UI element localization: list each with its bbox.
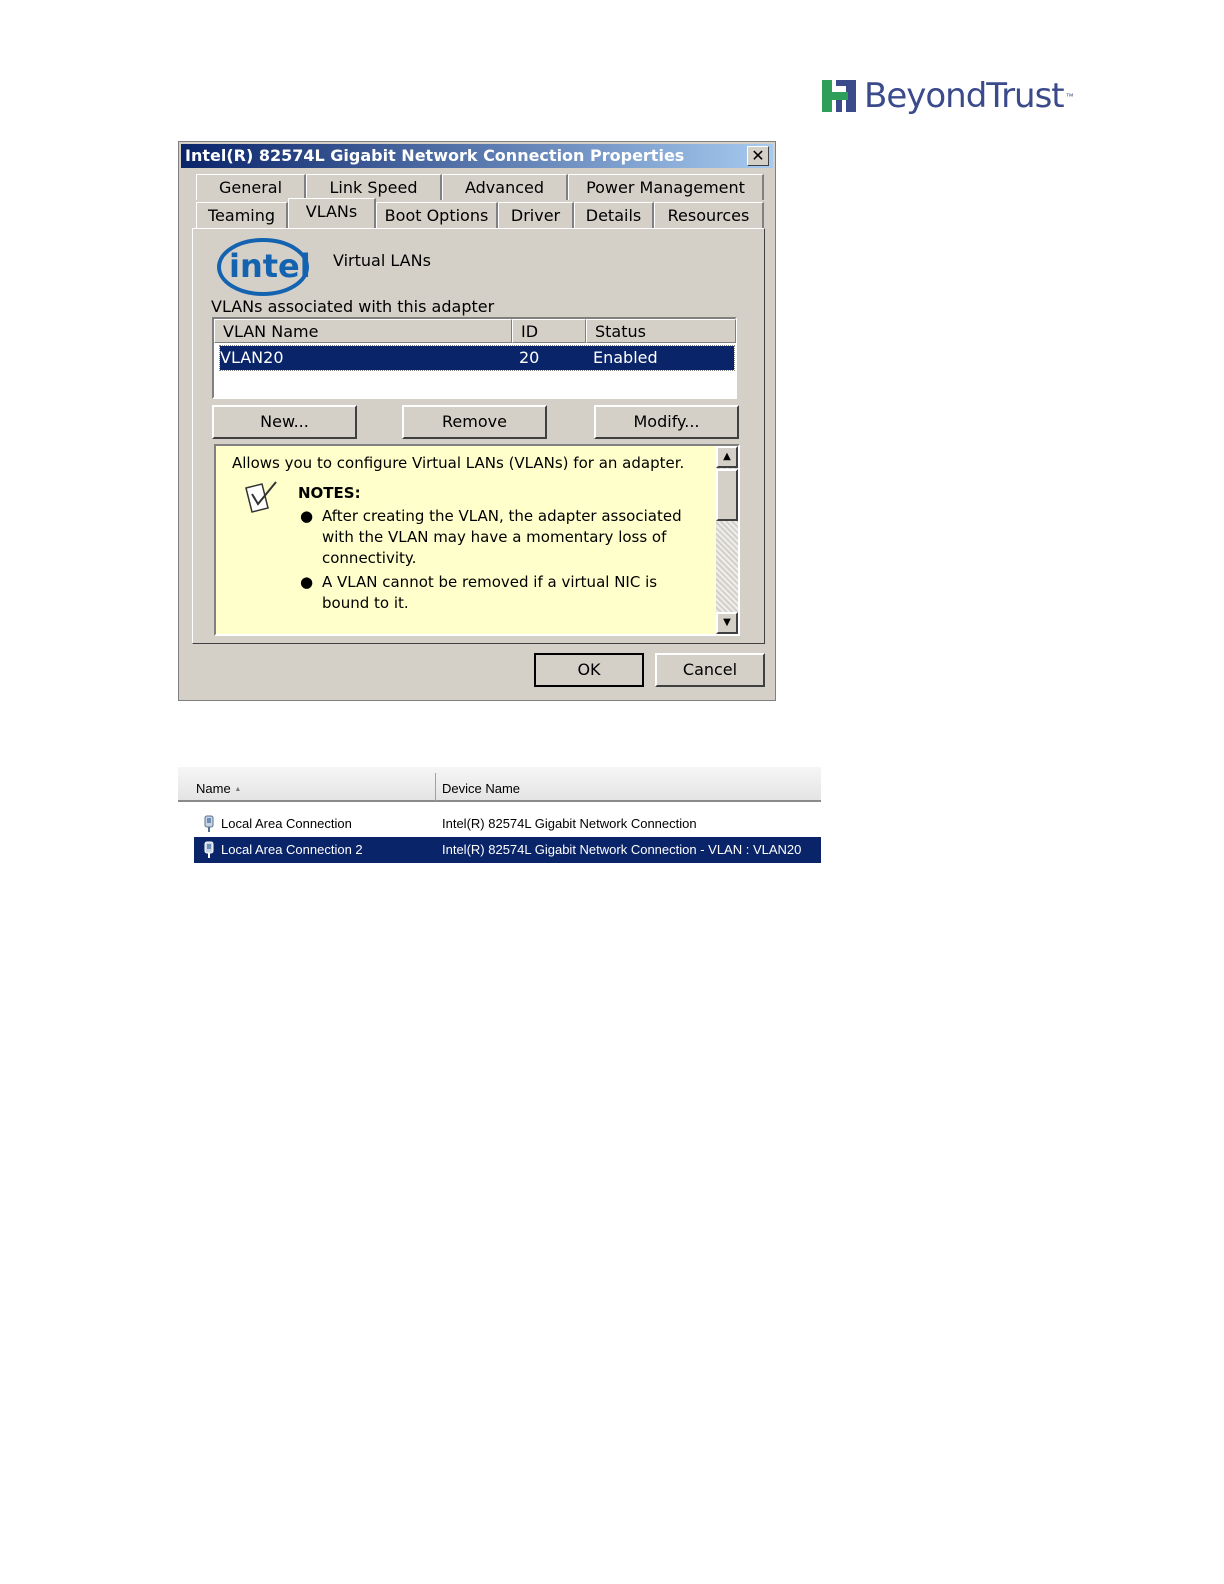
help-scrollbar[interactable]: ▲ ▼ [716, 446, 738, 634]
scroll-up-button[interactable]: ▲ [716, 446, 738, 468]
column-separator[interactable] [435, 773, 436, 801]
vlan-row[interactable]: VLAN20 20 Enabled [219, 345, 735, 371]
tab-vlans[interactable]: VLANs [288, 198, 376, 228]
brand-tm: ™ [1065, 91, 1074, 101]
connection-row[interactable]: Local Area Connection Intel(R) 82574L Gi… [194, 811, 821, 837]
column-device-name[interactable]: Device Name [442, 781, 520, 796]
column-status[interactable]: Status [586, 319, 736, 343]
help-intro: Allows you to configure Virtual LANs (VL… [232, 454, 685, 472]
beyondtrust-logo: BeyondTrust ™ [822, 76, 1074, 116]
intel-logo-icon: intel [217, 238, 311, 296]
properties-dialog: Intel(R) 82574L Gigabit Network Connecti… [178, 141, 776, 701]
intel-logo-text: intel [229, 247, 311, 285]
connection-device: Intel(R) 82574L Gigabit Network Connecti… [442, 842, 802, 857]
network-adapter-icon [204, 815, 214, 832]
vlan-row-name: VLAN20 [220, 348, 284, 367]
vlan-list-label: VLANs associated with this adapter [211, 297, 495, 316]
vlan-row-status: Enabled [593, 348, 658, 367]
connection-name: Local Area Connection [221, 816, 352, 831]
dialog-titlebar: Intel(R) 82574L Gigabit Network Connecti… [181, 144, 773, 168]
explorer-header: Name ▲ Device Name [178, 767, 821, 802]
tab-boot-options[interactable]: Boot Options [376, 202, 498, 228]
vlan-heading: Virtual LANs [333, 251, 431, 270]
ok-button[interactable]: OK [534, 653, 644, 687]
beyondtrust-mark-icon [822, 80, 856, 112]
connection-device: Intel(R) 82574L Gigabit Network Connecti… [442, 816, 697, 831]
note-item: ● After creating the VLAN, the adapter as… [298, 506, 698, 569]
tab-power-management[interactable]: Power Management [568, 174, 764, 200]
connection-row-selected[interactable]: Local Area Connection 2 Intel(R) 82574L … [194, 837, 821, 863]
scroll-down-button[interactable]: ▼ [716, 612, 738, 634]
tab-link-speed[interactable]: Link Speed [306, 174, 442, 200]
column-name[interactable]: Name ▲ [196, 781, 241, 796]
close-icon: ✕ [751, 146, 765, 165]
bullet-icon: ● [300, 507, 314, 525]
column-id[interactable]: ID [512, 319, 586, 343]
tab-resources[interactable]: Resources [654, 202, 764, 228]
scroll-thumb[interactable] [716, 469, 738, 521]
vlans-tab-panel: intel Virtual LANs VLANs associated with… [192, 228, 765, 644]
sort-ascending-icon: ▲ [234, 786, 242, 794]
bullet-icon: ● [300, 573, 314, 591]
help-panel: Allows you to configure Virtual LANs (VL… [214, 444, 740, 636]
vlan-row-id: 20 [519, 348, 540, 367]
tab-advanced[interactable]: Advanced [442, 174, 568, 200]
column-vlan-name[interactable]: VLAN Name [214, 319, 512, 343]
close-button[interactable]: ✕ [747, 146, 769, 166]
notes-title: NOTES: [298, 484, 361, 502]
tab-driver[interactable]: Driver [498, 202, 574, 228]
note-text: After creating the VLAN, the adapter ass… [322, 507, 682, 567]
cancel-button[interactable]: Cancel [655, 653, 765, 687]
tab-teaming[interactable]: Teaming [196, 202, 288, 228]
note-text: A VLAN cannot be removed if a virtual NI… [322, 573, 658, 612]
notes-list: ● After creating the VLAN, the adapter as… [298, 506, 698, 617]
connection-name: Local Area Connection 2 [221, 842, 363, 857]
remove-button[interactable]: Remove [402, 405, 547, 439]
arrow-down-icon: ▼ [723, 617, 731, 628]
network-connections-list: Name ▲ Device Name Local Area Connection… [178, 767, 821, 865]
tab-details[interactable]: Details [574, 202, 654, 228]
network-adapter-icon [204, 841, 214, 858]
tab-general[interactable]: General [196, 174, 306, 200]
dialog-title: Intel(R) 82574L Gigabit Network Connecti… [185, 146, 685, 165]
vlan-list[interactable]: VLAN Name ID Status VLAN20 20 Enabled [212, 317, 737, 399]
arrow-up-icon: ▲ [723, 451, 731, 462]
vlan-list-header: VLAN Name ID Status [214, 319, 736, 343]
note-item: ● A VLAN cannot be removed if a virtual N… [298, 572, 698, 614]
brand-name: BeyondTrust [864, 76, 1065, 116]
modify-button[interactable]: Modify... [594, 405, 739, 439]
notepad-pen-icon [245, 481, 277, 513]
new-button[interactable]: New... [212, 405, 357, 439]
